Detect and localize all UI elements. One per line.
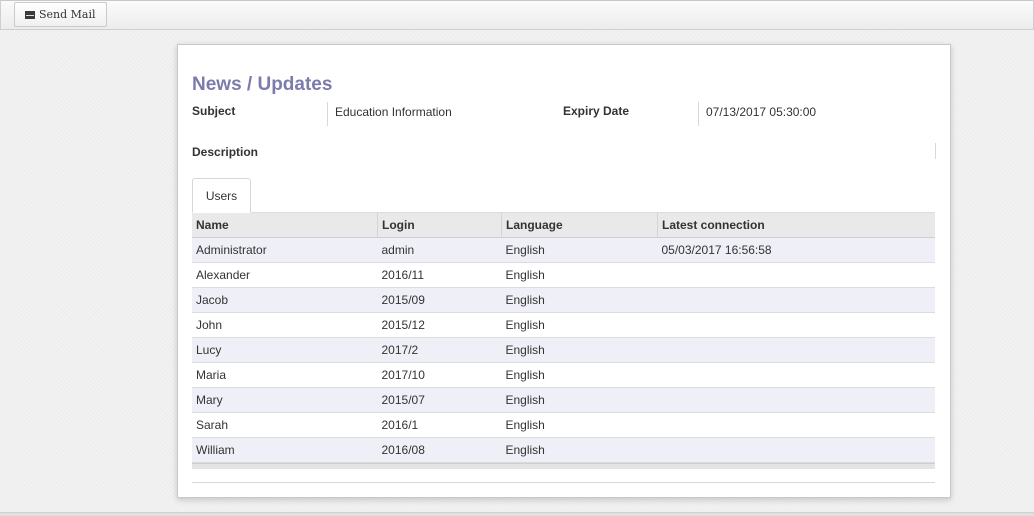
cell-language: English	[501, 262, 658, 288]
column-header-name[interactable]: Name	[192, 213, 378, 238]
subject-field[interactable]: Education Information	[335, 105, 452, 119]
table-row[interactable]: William 2016/08 English	[192, 437, 935, 463]
cell-latest-connection	[657, 387, 935, 413]
send-mail-label: Send Mail	[39, 8, 96, 21]
description-field[interactable]	[335, 145, 925, 159]
cell-login: 2015/12	[377, 312, 502, 338]
cell-language: English	[501, 287, 658, 313]
table-row[interactable]: Sarah 2016/1 English	[192, 412, 935, 438]
description-label: Description	[192, 145, 259, 159]
cell-name: John	[192, 312, 378, 338]
cell-language: English	[501, 362, 658, 388]
table-header-row: Name Login Language Latest connection	[192, 213, 935, 238]
column-header-latest-connection[interactable]: Latest connection	[657, 213, 935, 238]
bottom-bar	[0, 512, 1034, 516]
table-footer	[192, 463, 935, 469]
cell-login: 2017/10	[377, 362, 502, 388]
divider	[192, 482, 935, 483]
users-table: Name Login Language Latest connection Ad…	[192, 213, 935, 463]
cell-latest-connection	[657, 262, 935, 288]
cell-language: English	[501, 412, 658, 438]
cell-name: Administrator	[192, 237, 378, 263]
cell-name: Alexander	[192, 262, 378, 288]
cell-name: William	[192, 437, 378, 463]
field-divider	[698, 102, 699, 126]
subject-label: Subject	[192, 104, 236, 118]
cell-language: English	[501, 387, 658, 413]
cell-language: English	[501, 237, 658, 263]
table-row[interactable]: Alexander 2016/11 English	[192, 262, 935, 288]
cell-login: 2016/1	[377, 412, 502, 438]
cell-name: Jacob	[192, 287, 378, 313]
cell-name: Maria	[192, 362, 378, 388]
form-sheet: News / Updates Subject Education Informa…	[177, 44, 951, 498]
table-row[interactable]: John 2015/12 English	[192, 312, 935, 338]
cell-language: English	[501, 337, 658, 363]
status-bar: Send Mail	[0, 0, 1034, 30]
field-divider	[935, 143, 936, 159]
send-mail-button[interactable]: Send Mail	[14, 2, 107, 27]
page-title: News / Updates	[192, 74, 333, 95]
table-row[interactable]: Jacob 2015/09 English	[192, 287, 935, 313]
expiry-date-field[interactable]: 07/13/2017 05:30:00	[706, 105, 816, 119]
cell-latest-connection	[657, 287, 935, 313]
table-row[interactable]: Mary 2015/07 English	[192, 387, 935, 413]
cell-login: 2017/2	[377, 337, 502, 363]
cell-language: English	[501, 437, 658, 463]
table-row[interactable]: Maria 2017/10 English	[192, 362, 935, 388]
cell-latest-connection	[657, 437, 935, 463]
tab-users[interactable]: Users	[192, 178, 251, 213]
expiry-date-label: Expiry Date	[563, 104, 630, 118]
cell-login: 2015/09	[377, 287, 502, 313]
cell-name: Lucy	[192, 337, 378, 363]
cell-login: admin	[377, 237, 502, 263]
cell-latest-connection: 05/03/2017 16:56:58	[657, 237, 935, 263]
cell-latest-connection	[657, 337, 935, 363]
column-header-login[interactable]: Login	[377, 213, 502, 238]
cell-latest-connection	[657, 412, 935, 438]
cell-language: English	[501, 312, 658, 338]
cell-login: 2016/11	[377, 262, 502, 288]
table-row[interactable]: Lucy 2017/2 English	[192, 337, 935, 363]
cell-name: Sarah	[192, 412, 378, 438]
cell-latest-connection	[657, 312, 935, 338]
cell-login: 2015/07	[377, 387, 502, 413]
column-header-language[interactable]: Language	[501, 213, 658, 238]
envelope-icon	[25, 10, 35, 19]
cell-latest-connection	[657, 362, 935, 388]
field-divider	[327, 102, 328, 126]
cell-login: 2016/08	[377, 437, 502, 463]
table-row[interactable]: Administrator admin English 05/03/2017 1…	[192, 237, 935, 263]
cell-name: Mary	[192, 387, 378, 413]
